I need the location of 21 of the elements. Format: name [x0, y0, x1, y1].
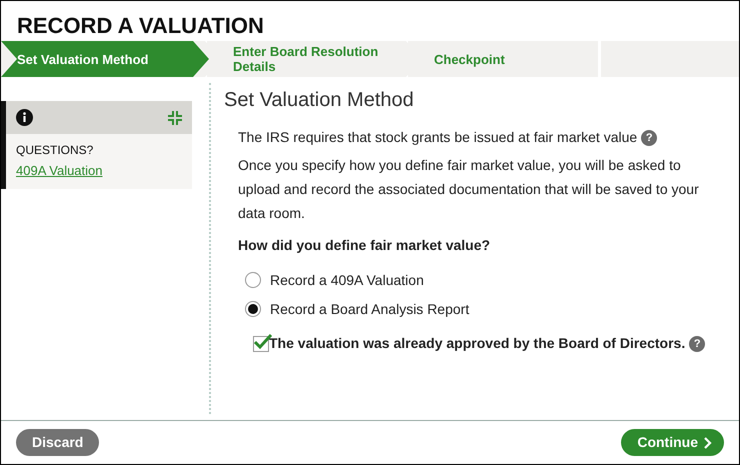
radio-option[interactable]: Record a Board Analysis Report	[238, 294, 725, 323]
approval-checkbox[interactable]	[253, 336, 269, 352]
discard-button[interactable]: Discard	[16, 429, 100, 456]
intro-text: The IRS requires that stock grants be issued at fair market value	[238, 129, 638, 145]
help-icon[interactable]: ?	[641, 130, 658, 146]
info-icon	[16, 109, 33, 126]
valuation-link[interactable]: 409A Valuation	[16, 163, 102, 178]
body-text: Once you specify how you define fair market value, you will be asked to upload and record the associated documentation that will be saved to your data room.	[238, 156, 700, 223]
help-icon[interactable]: ?	[689, 336, 706, 352]
radio-button[interactable]	[245, 300, 261, 316]
approval-label: The valuation was already approved by the Board of Directors.	[269, 335, 686, 351]
question-label: How did you define fair market value?	[238, 236, 492, 255]
chevron-right-icon	[704, 436, 712, 448]
radio-option[interactable]: Record a 409A Valuation	[238, 265, 725, 294]
page-title: RECORD A VALUATION	[16, 12, 265, 40]
step-tab[interactable]: Set Valuation Method	[1, 41, 209, 77]
radio-button[interactable]	[245, 272, 261, 288]
section-heading: Set Valuation Method	[224, 88, 415, 113]
collapse-icon[interactable]	[168, 110, 182, 124]
questions-label: QUESTIONS?	[16, 142, 94, 159]
continue-button[interactable]: Continue	[621, 429, 724, 456]
